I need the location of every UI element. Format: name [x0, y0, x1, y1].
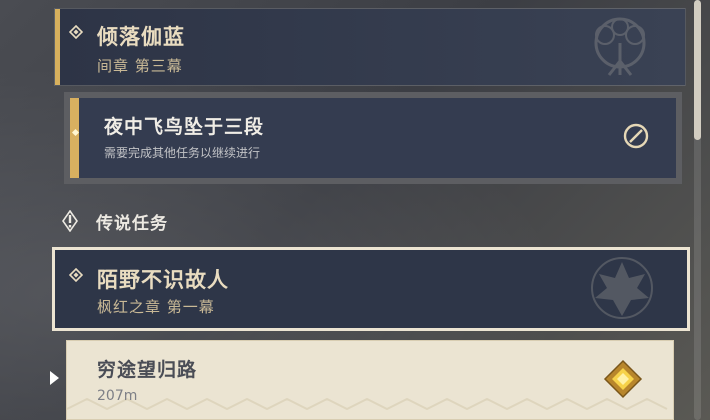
quest-title: 夜中飞鸟坠于三段: [104, 116, 265, 138]
quest-card-active[interactable]: 穷途望归路 207m: [66, 340, 674, 420]
quest-accent-bar: [70, 98, 79, 178]
decorative-pattern: [67, 397, 668, 411]
selection-arrow: [50, 371, 59, 385]
chapter-card-archon[interactable]: 倾落伽蓝 间章 第三幕: [54, 8, 686, 86]
blocked-icon: [623, 123, 649, 149]
scrollbar[interactable]: [694, 0, 701, 420]
chapter-card-legend[interactable]: 陌野不识故人 枫红之章 第一幕: [52, 247, 690, 331]
scrollbar-thumb[interactable]: [694, 0, 701, 140]
quest-status: 需要完成其他任务以继续进行: [104, 146, 261, 160]
chapter-accent-bar: [55, 9, 60, 85]
maple-leaf-emblem-icon: [591, 257, 653, 319]
chapter-subtitle: 间章 第三幕: [97, 57, 183, 75]
tree-emblem-icon: [594, 17, 646, 76]
quest-title: 穷途望归路: [97, 359, 198, 381]
chapter-title: 倾落伽蓝: [97, 25, 185, 49]
quest-distance: 207m: [97, 388, 138, 404]
chapter-subtitle: 枫红之章 第一幕: [97, 298, 215, 316]
quest-card-blocked[interactable]: 夜中飞鸟坠于三段 需要完成其他任务以继续进行: [64, 92, 682, 184]
legend-quest-icon: [62, 210, 78, 232]
chapter-title: 陌野不识故人: [97, 268, 229, 292]
chapter-diamond-icon: [69, 25, 83, 39]
chapter-diamond-icon: [69, 268, 83, 282]
waypoint-diamond-icon[interactable]: [603, 359, 643, 399]
section-title: 传说任务: [96, 214, 168, 234]
